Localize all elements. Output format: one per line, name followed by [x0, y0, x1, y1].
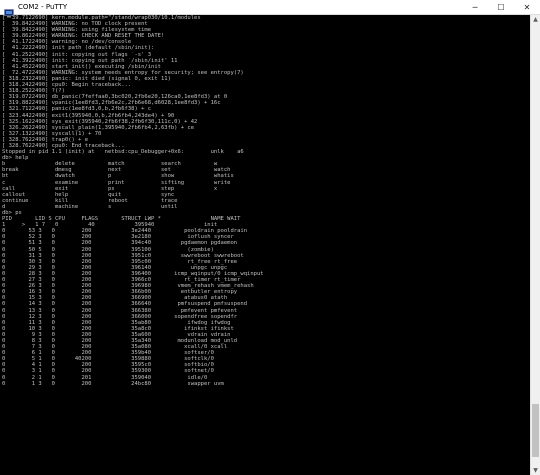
- vertical-scrollbar[interactable]: ▲ ▼: [530, 15, 540, 475]
- scrollbar-thumb[interactable]: [532, 404, 539, 458]
- scroll-down-arrow-icon[interactable]: ▼: [531, 466, 540, 475]
- minimize-button[interactable]: ─: [462, 0, 488, 14]
- close-button[interactable]: ✕: [514, 0, 540, 14]
- putty-window: COM2 - PuTTY ─ ☐ ✕ [ 39.7122690] kern.mo…: [0, 0, 540, 475]
- maximize-button[interactable]: ☐: [488, 0, 514, 14]
- scroll-up-arrow-icon[interactable]: ▲: [531, 15, 540, 24]
- title-bar[interactable]: COM2 - PuTTY ─ ☐ ✕: [0, 0, 540, 17]
- window-title: COM2 - PuTTY: [18, 3, 68, 11]
- terminal-line: 0 1 3 0 200 24bc80 swapper uvm: [2, 380, 224, 387]
- terminal-output[interactable]: [ 39.7122690] kern.module.path="/stand/w…: [2, 15, 529, 475]
- putty-app-icon[interactable]: [4, 3, 14, 17]
